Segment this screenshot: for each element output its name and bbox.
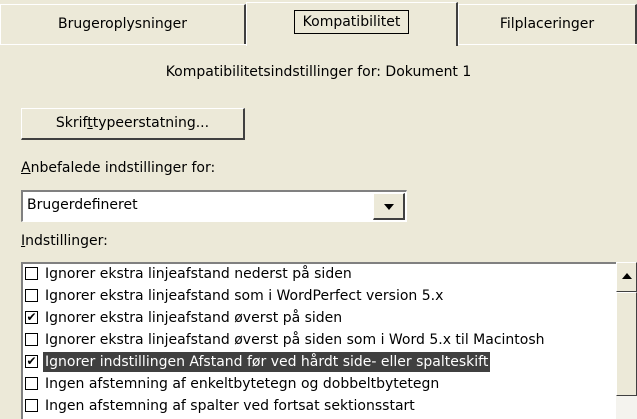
button-label-pre: Skrif	[55, 115, 88, 131]
list-item-label: Ignorer indstillingen Afstand før ved hå…	[41, 351, 492, 373]
tab-kompatibilitet[interactable]: Kompatibilitet	[246, 2, 458, 46]
list-item-label: Ingen afstemning af enkeltbytetegn og do…	[45, 376, 440, 392]
options-list[interactable]: Ignorer ekstra linjeafstand nederst på s…	[21, 262, 637, 419]
checkbox[interactable]	[25, 289, 38, 302]
recommended-select[interactable]: Brugerdefineret	[21, 190, 407, 222]
options-label: Indstillinger:	[21, 233, 108, 249]
options-scrollbar[interactable]	[616, 262, 637, 419]
checkbox[interactable]	[25, 399, 38, 412]
recommended-label: Anbefalede indstillinger for:	[21, 160, 216, 176]
tab-label: Filplaceringer	[499, 16, 595, 32]
chevron-down-icon[interactable]	[373, 193, 405, 220]
checkmark-icon: ✔	[26, 310, 37, 324]
checkbox[interactable]: ✔	[25, 311, 38, 324]
list-item-selected[interactable]: ✔ Ignorer indstillingen Afstand før ved …	[23, 351, 618, 374]
list-item-label: Ignorer ekstra linjeafstand nederst på s…	[45, 266, 352, 282]
tab-label: Brugeroplysninger	[58, 16, 187, 32]
recommended-select-value: Brugerdefineret	[27, 197, 138, 213]
font-substitution-button[interactable]: Skrifttypeerstatning...	[21, 108, 245, 140]
list-item-label: Ingen afstemning af spalter ved fortsat …	[45, 398, 415, 414]
list-item[interactable]: ✔ Ignorer ekstra linjeafstand øverst på …	[23, 308, 618, 330]
list-item-label: Ignorer ekstra linjeafstand som i WordPe…	[45, 288, 444, 304]
checkbox[interactable]	[25, 333, 38, 346]
list-item-label: Ignorer ekstra linjeafstand øverst på si…	[45, 332, 545, 348]
list-item-label: Ignorer ekstra linjeafstand øverst på si…	[45, 310, 343, 326]
list-item[interactable]: Ingen afstemning af spalter ved fortsat …	[23, 396, 618, 418]
compat-header: Kompatibilitetsindstillinger for: Dokume…	[165, 64, 472, 80]
tab-label: Kompatibilitet	[293, 10, 410, 34]
list-item[interactable]: Ingen afstemning af enkeltbytetegn og do…	[23, 374, 618, 396]
checkbox[interactable]	[25, 377, 38, 390]
list-item[interactable]: Ignorer ekstra linjeafstand øverst på si…	[23, 330, 618, 352]
checkmark-icon: ✔	[26, 354, 37, 368]
scrollbar-thumb[interactable]	[616, 292, 637, 396]
button-label-post: typeerstatning...	[92, 115, 210, 131]
tab-strip: Brugeroplysninger Kompatibilitet Filplac…	[0, 0, 637, 46]
scroll-up-arrow-icon[interactable]	[616, 262, 637, 292]
checkbox[interactable]	[25, 267, 38, 280]
list-item[interactable]: Ignorer ekstra linjeafstand nederst på s…	[23, 264, 618, 286]
list-item[interactable]: Ignorer ekstra linjeafstand som i WordPe…	[23, 286, 618, 308]
tab-brugeroplysninger[interactable]: Brugeroplysninger	[0, 4, 246, 44]
checkbox[interactable]: ✔	[25, 355, 38, 368]
tab-filplaceringer[interactable]: Filplaceringer	[458, 4, 637, 44]
